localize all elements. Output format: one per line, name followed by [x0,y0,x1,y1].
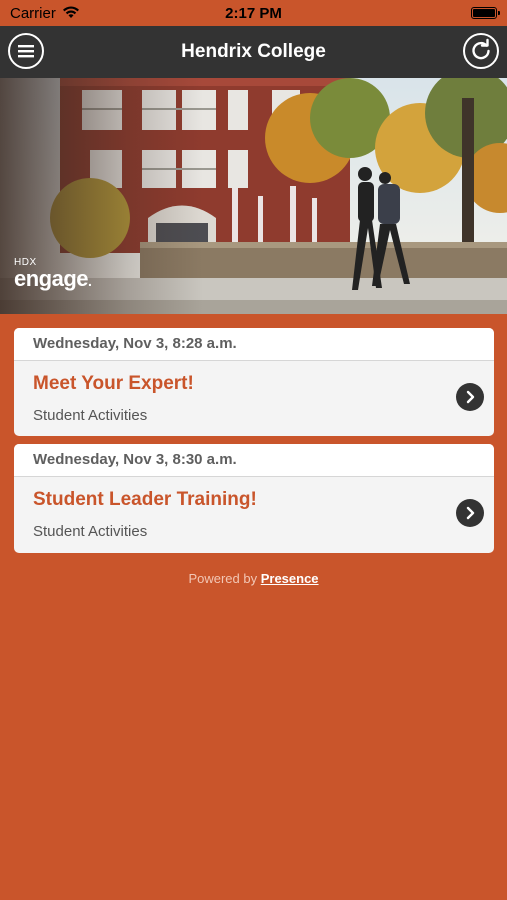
event-organization: Student Activities [33,523,148,540]
navigation-bar: Hendrix College [0,26,507,78]
page-title: Hendrix College [181,41,326,62]
brand-big-text: engage. [14,266,92,292]
event-organization: Student Activities [33,407,148,424]
open-event-button[interactable] [456,499,484,527]
battery-icon [471,7,500,19]
event-card[interactable]: Wednesday, Nov 3, 8:30 a.m. Student Lead… [14,444,494,553]
event-title: Meet Your Expert! [33,373,194,394]
brand-name: engage [14,266,89,291]
hero-banner: HDX engage. [0,78,507,314]
event-card[interactable]: Wednesday, Nov 3, 8:28 a.m. Meet Your Ex… [14,328,494,436]
refresh-icon [472,38,490,60]
event-date: Wednesday, Nov 3, 8:30 a.m. [14,444,494,477]
brand-dot: . [88,273,92,289]
event-title: Student Leader Training! [33,489,257,510]
presence-link[interactable]: Presence [261,571,319,586]
powered-by-footer: Powered by Presence [0,571,507,586]
engage-logo: HDX engage. [14,258,92,292]
refresh-button[interactable] [463,33,499,69]
status-bar: Carrier 2:17 PM [0,0,507,26]
event-date: Wednesday, Nov 3, 8:28 a.m. [14,328,494,361]
chevron-right-icon [466,506,475,520]
chevron-right-icon [466,390,475,404]
status-time: 2:17 PM [225,5,282,22]
powered-by-text: Powered by [188,571,258,586]
open-event-button[interactable] [456,383,484,411]
